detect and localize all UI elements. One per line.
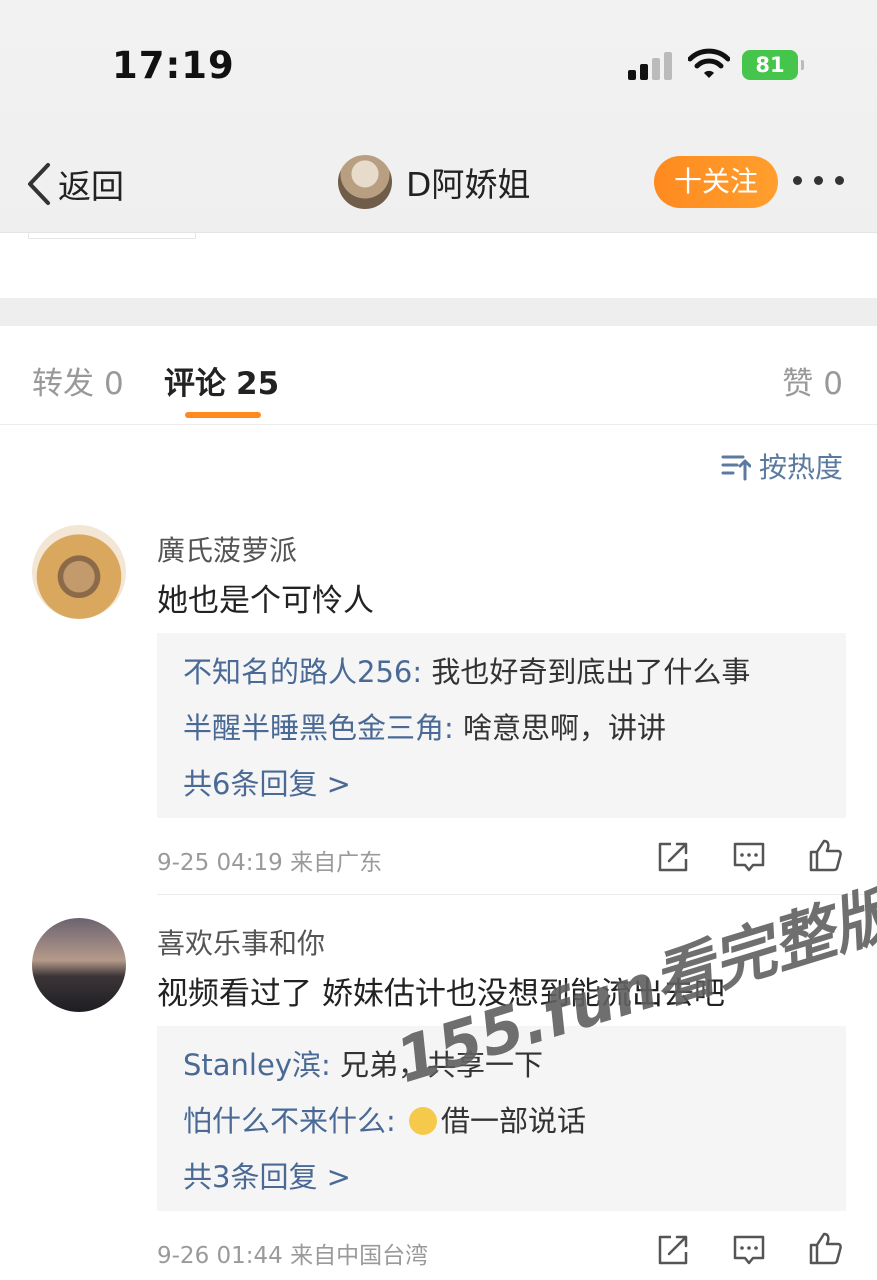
- comment-icon[interactable]: [731, 1232, 767, 1268]
- tab-comments-count: 25: [236, 366, 280, 402]
- reply-author[interactable]: 怕什么不来什么: [183, 1104, 386, 1138]
- nav-username: D阿娇姐: [406, 165, 531, 204]
- reply-author[interactable]: 不知名的路人256: [183, 655, 412, 689]
- back-button[interactable]: 返回: [24, 160, 124, 208]
- sort-icon: [721, 455, 751, 481]
- reply-author[interactable]: 半醒半睡黑色金三角: [183, 711, 444, 745]
- chevron-left-icon: [28, 163, 50, 205]
- reply-item: 不知名的路人256: 我也好奇到底出了什么事: [183, 655, 751, 689]
- tab-repost[interactable]: 转发 0: [32, 358, 124, 403]
- nav-user[interactable]: D阿娇姐: [338, 155, 530, 209]
- divider: [0, 424, 877, 425]
- view-replies-link[interactable]: 共6条回复 >: [183, 761, 351, 803]
- back-label: 返回: [58, 167, 124, 206]
- view-replies-link[interactable]: 共3条回复 >: [183, 1154, 351, 1196]
- avatar[interactable]: [338, 155, 392, 209]
- follow-button[interactable]: 十关注: [654, 156, 778, 208]
- tab-likes-label: 赞: [782, 366, 814, 402]
- reply-text: 借一部说话: [441, 1104, 587, 1138]
- divider: [28, 232, 196, 239]
- tab-repost-count: 0: [104, 366, 124, 402]
- reply-item: 半醒半睡黑色金三角: 啥意思啊，讲讲: [183, 711, 667, 745]
- reply-text: 我也好奇到底出了什么事: [431, 655, 751, 689]
- comment-item: 廣氏菠萝派 她也是个可怜人 不知名的路人256: 我也好奇到底出了什么事 半醒半…: [0, 525, 877, 895]
- wifi-icon: [688, 48, 730, 78]
- sort-button[interactable]: 按热度: [721, 446, 843, 486]
- avatar[interactable]: [32, 525, 126, 619]
- comment-meta: 9-25 04:19 来自广东: [157, 850, 383, 876]
- tab-likes-count: 0: [823, 366, 843, 402]
- reply-box[interactable]: 不知名的路人256: 我也好奇到底出了什么事 半醒半睡黑色金三角: 啥意思啊，讲…: [157, 633, 846, 818]
- more-icon[interactable]: [793, 176, 844, 185]
- divider: [0, 232, 877, 233]
- section-gap: [0, 298, 877, 326]
- comment-author[interactable]: 喜欢乐事和你: [157, 922, 325, 962]
- comment-text: 她也是个可怜人: [157, 583, 374, 619]
- like-icon[interactable]: [807, 1230, 843, 1266]
- avatar[interactable]: [32, 918, 126, 1012]
- active-tab-indicator: [185, 412, 261, 418]
- battery-level: 81: [755, 53, 785, 77]
- tab-comments-label: 评论: [164, 366, 226, 402]
- comment-icon[interactable]: [731, 839, 767, 875]
- share-icon[interactable]: [655, 839, 691, 875]
- tab-comments[interactable]: 评论 25: [164, 358, 279, 403]
- comment-meta: 9-26 01:44 来自中国台湾: [157, 1243, 429, 1269]
- status-time: 17:19: [112, 44, 235, 87]
- like-icon[interactable]: [807, 837, 843, 873]
- reply-item: 怕什么不来什么: 借一部说话: [183, 1104, 587, 1138]
- sort-label: 按热度: [758, 451, 843, 484]
- emoji-icon: [409, 1107, 438, 1135]
- share-icon[interactable]: [655, 1232, 691, 1268]
- reply-text: 啥意思啊，讲讲: [463, 711, 667, 745]
- reply-author[interactable]: Stanley滨: [183, 1048, 321, 1082]
- cellular-signal-icon: [628, 52, 674, 80]
- tab-likes[interactable]: 赞0: [782, 358, 843, 403]
- tab-repost-label: 转发: [32, 366, 94, 402]
- comment-author[interactable]: 廣氏菠萝派: [157, 529, 297, 569]
- battery-icon: 81: [742, 50, 804, 80]
